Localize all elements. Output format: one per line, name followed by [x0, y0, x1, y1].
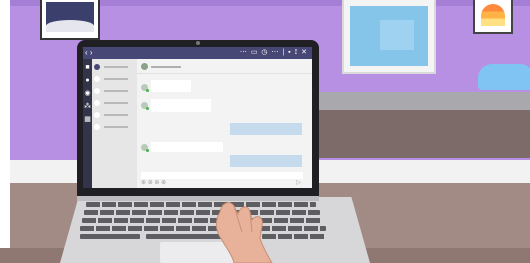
contact-name-placeholder: [104, 90, 128, 92]
keys: [80, 226, 326, 231]
picture-art: [481, 4, 505, 26]
message-input[interactable]: [141, 172, 303, 179]
chat-app-window: ‹ › ⋯ ▭ ◷ ⋯ | ▪ ⟟ ✕ ■ ● ◉ ⁂ ▦ ⊕ ⊕ ⊕ ⊕ ▷: [83, 47, 312, 188]
contact-avatar: [94, 100, 100, 106]
keys: [82, 218, 322, 223]
wall-picture-left: [40, 0, 100, 40]
chat-list-item[interactable]: [94, 99, 136, 111]
incoming-message: [151, 142, 223, 152]
contact-avatar: [94, 76, 100, 82]
chat-list-item[interactable]: [94, 87, 136, 99]
bell-icon[interactable]: ●: [84, 77, 91, 84]
teams-icon[interactable]: ⁂: [84, 103, 91, 110]
app-titlebar: ‹ › ⋯ ▭ ◷ ⋯ | ▪ ⟟ ✕: [83, 47, 312, 59]
chat-list-item[interactable]: [94, 63, 136, 75]
bed-frame: [300, 110, 530, 158]
contact-avatar: [94, 124, 100, 130]
conversation-pane: ⊕ ⊕ ⊕ ⊕ ▷: [137, 59, 312, 188]
contact-name-placeholder: [104, 66, 128, 68]
contact-name-placeholder: [104, 126, 128, 128]
chat-list-item[interactable]: [94, 123, 136, 135]
contact-avatar: [94, 64, 100, 70]
typing-hand: [215, 202, 273, 263]
contact-avatar: [94, 88, 100, 94]
laptop-hinge: [77, 196, 319, 201]
webcam: [196, 41, 200, 45]
pillow: [478, 64, 530, 90]
laptop-keyboard: [80, 202, 340, 240]
contact-avatar[interactable]: [141, 63, 148, 70]
outgoing-message: [230, 123, 302, 135]
format-icons[interactable]: ⊕ ⊕ ⊕ ⊕: [141, 180, 166, 186]
contact-name-placeholder: [151, 66, 181, 68]
sender-avatar: [141, 144, 149, 152]
app-rail: ■ ● ◉ ⁂ ▦: [83, 59, 92, 188]
keys: [86, 202, 316, 207]
left-margin: [0, 0, 10, 263]
picture-art: [46, 2, 94, 32]
window-pane: [350, 6, 428, 66]
chat-list-item[interactable]: [94, 111, 136, 123]
contact-name-placeholder: [104, 102, 128, 104]
calendar-icon[interactable]: ▦: [84, 116, 91, 123]
contact-avatar: [94, 112, 100, 118]
chat-list: [92, 59, 137, 188]
incoming-message: [151, 80, 191, 92]
back-forward-arrows[interactable]: ‹ ›: [85, 48, 93, 58]
modifier-keys: [80, 234, 140, 239]
send-icon[interactable]: ▷: [296, 180, 301, 187]
outgoing-message: [230, 155, 302, 167]
conversation-header: [137, 59, 312, 74]
wall-picture-right: [473, 0, 513, 34]
room-scene: ‹ › ⋯ ▭ ◷ ⋯ | ▪ ⟟ ✕ ■ ● ◉ ⁂ ▦ ⊕ ⊕ ⊕ ⊕ ▷: [0, 0, 530, 263]
sender-avatar: [141, 84, 149, 92]
activity-icon[interactable]: ■: [84, 64, 91, 71]
incoming-message: [151, 99, 211, 112]
keys: [84, 210, 320, 215]
sender-avatar: [141, 102, 149, 110]
compose-toolbar: ⊕ ⊕ ⊕ ⊕ ▷: [141, 180, 303, 187]
room-window: [342, 0, 436, 74]
contact-name-placeholder: [104, 78, 128, 80]
chat-list-item[interactable]: [94, 75, 136, 87]
titlebar-tools[interactable]: ⋯ ▭ ◷ ⋯ | ▪ ⟟ ✕: [240, 48, 308, 58]
contact-name-placeholder: [104, 114, 128, 116]
chat-icon[interactable]: ◉: [84, 90, 91, 97]
